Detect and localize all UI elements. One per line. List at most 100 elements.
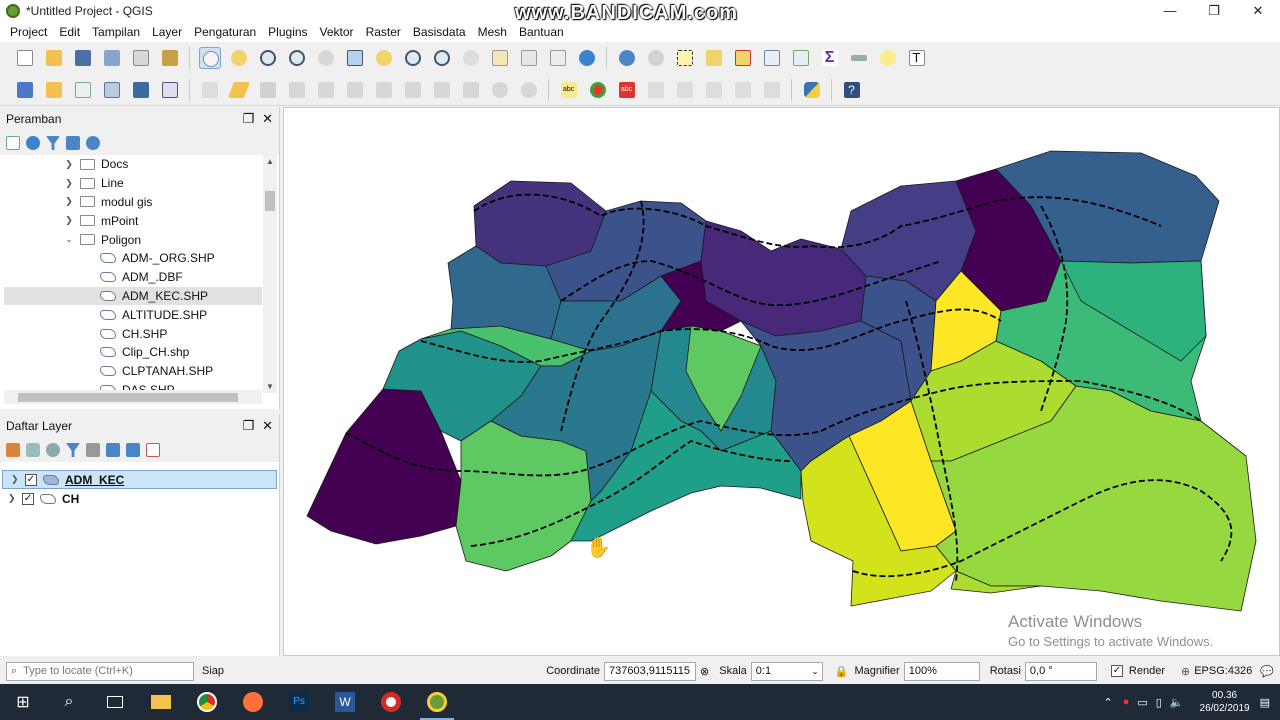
rotate-label-icon[interactable]: [732, 79, 754, 101]
expand-chevron-icon[interactable]: ❯: [11, 474, 23, 485]
action-icon[interactable]: [645, 47, 667, 69]
menu-settings[interactable]: Pengaturan: [188, 25, 262, 39]
menu-database[interactable]: Basisdata: [407, 25, 472, 39]
close-button[interactable]: ✕: [1236, 0, 1280, 22]
new-spatialite-icon[interactable]: [101, 79, 123, 101]
add-feature-icon[interactable]: [286, 79, 308, 101]
browser-file-adm-dbf[interactable]: ADM_.DBF: [4, 268, 262, 287]
expand-chevron-icon[interactable]: ❯: [8, 493, 20, 504]
diagram-icon[interactable]: [587, 79, 609, 101]
field-calculator-icon[interactable]: [790, 47, 812, 69]
vertex-tool-icon[interactable]: [315, 79, 337, 101]
map-canvas[interactable]: [283, 107, 1280, 656]
select-value-icon[interactable]: [703, 47, 725, 69]
maximize-button[interactable]: ❐: [1192, 0, 1236, 22]
current-edits-icon[interactable]: [199, 79, 221, 101]
scroll-thumb[interactable]: [265, 191, 275, 211]
map-polygons[interactable]: [284, 108, 1280, 656]
layer-item-adm-kec[interactable]: ❯ ✓ ADM_KEC: [2, 470, 277, 489]
bandicam-icon[interactable]: [368, 684, 414, 720]
show-hide-labels-icon[interactable]: [674, 79, 696, 101]
menu-view[interactable]: Tampilan: [86, 25, 146, 39]
zoom-native-icon[interactable]: [315, 47, 337, 69]
zoom-layer-icon[interactable]: [402, 47, 424, 69]
browser-folder-line[interactable]: ❯ Line: [4, 174, 262, 193]
layer-item-ch[interactable]: ❯ ✓ CH: [0, 489, 279, 508]
layer-visibility-checkbox[interactable]: ✓: [25, 473, 37, 486]
coordinate-field[interactable]: 737603,9115115: [604, 661, 697, 681]
expand-chevron-icon[interactable]: ❯: [62, 215, 76, 226]
menu-edit[interactable]: Edit: [53, 25, 86, 39]
print-layout-icon[interactable]: [130, 47, 152, 69]
add-group-icon[interactable]: [26, 443, 40, 457]
browser-file-altitude[interactable]: ALTITUDE.SHP: [4, 305, 262, 324]
expand-chevron-icon[interactable]: ❯: [62, 178, 76, 189]
menu-project[interactable]: Project: [4, 25, 53, 39]
new-geopackage-icon[interactable]: [43, 79, 65, 101]
modify-attributes-icon[interactable]: [344, 79, 366, 101]
toggle-extents-icon[interactable]: ⊗: [700, 665, 709, 678]
style-layer-icon[interactable]: [6, 443, 20, 457]
menu-layer[interactable]: Layer: [146, 25, 188, 39]
add-selected-layers-icon[interactable]: [6, 136, 20, 150]
filter-expression-icon[interactable]: [86, 443, 100, 457]
qgis-taskbar-icon[interactable]: [414, 684, 460, 720]
browser-file-adm-kec[interactable]: ADM_KEC.SHP: [4, 286, 262, 306]
data-source-manager-icon[interactable]: [14, 79, 36, 101]
clock[interactable]: 00.36 26/02/2019: [1200, 689, 1250, 715]
zoom-out-icon[interactable]: [286, 47, 308, 69]
map-tips-icon[interactable]: [877, 47, 899, 69]
label-highlight-icon[interactable]: abc: [616, 79, 638, 101]
scroll-down-icon[interactable]: ▼: [263, 382, 277, 391]
crs-globe-icon[interactable]: ⊕: [1181, 665, 1190, 678]
chrome-icon[interactable]: [184, 684, 230, 720]
scale-combobox[interactable]: 0:1 ⌄: [750, 661, 823, 681]
collapse-chevron-icon[interactable]: ⌄: [62, 234, 76, 245]
chevron-up-icon[interactable]: ⌃: [1103, 696, 1112, 709]
new-virtual-layer-icon[interactable]: [159, 79, 181, 101]
cut-features-icon[interactable]: [402, 79, 424, 101]
browser-folder-mpoint[interactable]: ❯ mPoint: [4, 211, 262, 230]
filter-icon[interactable]: [46, 136, 60, 150]
deselect-icon[interactable]: [732, 47, 754, 69]
refresh-browser-icon[interactable]: [26, 136, 40, 150]
windows-start-icon[interactable]: ⊞: [0, 684, 46, 720]
crs-button[interactable]: EPSG:4326: [1194, 665, 1252, 677]
new-shapefile-icon[interactable]: [72, 79, 94, 101]
menu-help[interactable]: Bantuan: [513, 25, 570, 39]
open-project-icon[interactable]: [43, 47, 65, 69]
new-memory-layer-icon[interactable]: [130, 79, 152, 101]
layer-visibility-checkbox[interactable]: ✓: [22, 492, 34, 505]
identify-icon[interactable]: [616, 47, 638, 69]
paste-features-icon[interactable]: [460, 79, 482, 101]
firefox-icon[interactable]: [230, 684, 276, 720]
battery-icon[interactable]: ▯: [1156, 696, 1162, 709]
pan-hand-icon[interactable]: [198, 47, 221, 69]
notifications-icon[interactable]: ▤: [1260, 696, 1270, 709]
magnifier-spinbox[interactable]: 100%: [903, 661, 980, 681]
redo-icon[interactable]: [518, 79, 540, 101]
save-as-icon[interactable]: [101, 47, 123, 69]
chevron-down-icon[interactable]: ⌄: [811, 666, 819, 677]
browser-horizontal-scrollbar[interactable]: [4, 390, 262, 404]
render-checkbox[interactable]: ✓: [1110, 665, 1123, 677]
zoom-full-icon[interactable]: [344, 47, 366, 69]
browser-folder-modul-gis[interactable]: ❯ modul gis: [4, 193, 262, 212]
move-label-icon[interactable]: [703, 79, 725, 101]
pin-labels-icon[interactable]: [645, 79, 667, 101]
browser-file-clip-ch[interactable]: Clip_CH.shp: [4, 343, 262, 362]
refresh-icon[interactable]: [576, 47, 598, 69]
pan-to-selection-icon[interactable]: [228, 47, 250, 69]
network-icon[interactable]: ▭: [1137, 696, 1147, 709]
zoom-in-icon[interactable]: [257, 47, 279, 69]
zoom-selection-icon[interactable]: [373, 47, 395, 69]
new-map-view-icon[interactable]: [489, 47, 511, 69]
task-view-icon[interactable]: [92, 684, 138, 720]
undo-icon[interactable]: [489, 79, 511, 101]
expand-chevron-icon[interactable]: ❯: [62, 159, 76, 170]
expand-chevron-icon[interactable]: ❯: [62, 196, 76, 207]
manage-visibility-icon[interactable]: [46, 443, 60, 457]
save-edits-icon[interactable]: [257, 79, 279, 101]
info-icon[interactable]: [86, 136, 100, 150]
save-project-icon[interactable]: [72, 47, 94, 69]
